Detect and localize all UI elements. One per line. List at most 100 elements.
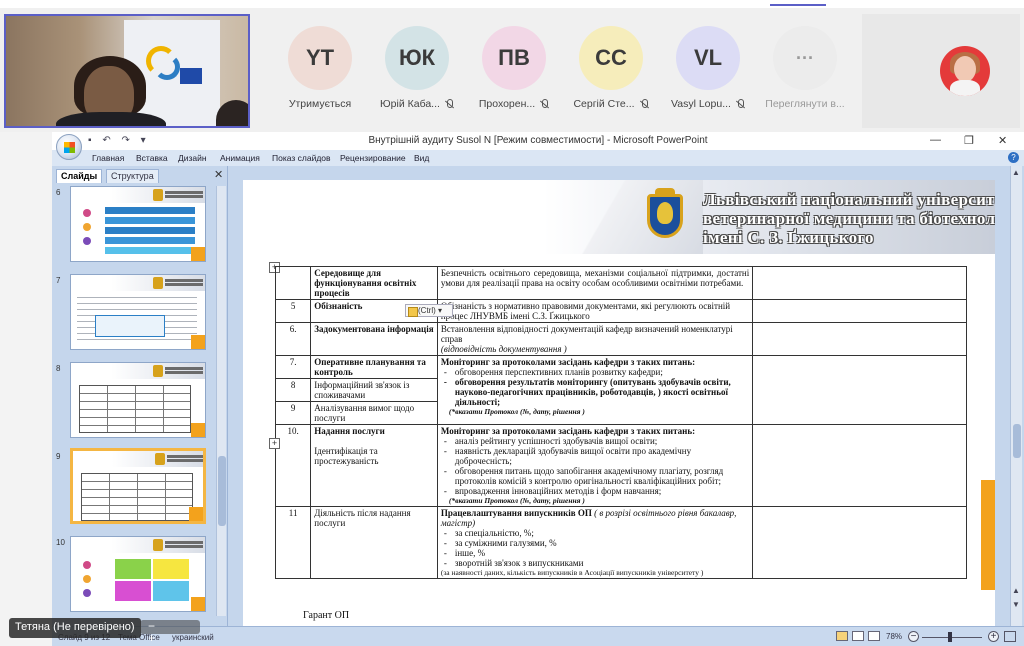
table-row: 7. Оперативне планування та контроль Мон… <box>274 355 967 425</box>
tab-design[interactable]: Дизайн <box>178 153 207 163</box>
office-button[interactable] <box>56 134 82 160</box>
participant-tile[interactable]: VL Vasyl Lopu... <box>660 22 756 122</box>
next-slide-icon[interactable]: ▼ <box>1012 600 1020 609</box>
thumb-title-lines <box>165 367 203 370</box>
participant-tile[interactable]: YT Утримується <box>272 22 368 122</box>
ribbon-tabs: Главная Вставка Дизайн Анимация Показ сл… <box>52 150 1024 166</box>
table-row: 10. Надання послуги Ідентифікація та про… <box>274 424 967 507</box>
thumb-accent <box>191 247 205 261</box>
result-cell[interactable] <box>752 266 967 300</box>
tab-slides[interactable]: Слайды <box>56 169 103 183</box>
criterion-description[interactable]: Встановлення відповідності документацій … <box>436 322 754 356</box>
normal-view-icon[interactable] <box>836 631 848 641</box>
thumb-header <box>71 537 205 553</box>
table-row-insert-handle[interactable]: + <box>269 438 280 449</box>
close-button[interactable]: ✕ <box>998 134 1007 147</box>
result-cell[interactable] <box>752 299 967 323</box>
result-cell[interactable] <box>752 355 967 425</box>
quick-access-toolbar[interactable]: ▪ ↶ ↷ ▾ <box>88 135 150 146</box>
participant-name-text: Сергій Сте... <box>573 98 635 110</box>
active-tab-indicator <box>770 4 826 6</box>
list-item: за спеціальністю, %; <box>441 528 749 538</box>
editor-scrollbar[interactable]: ▲ ▲ ▼ <box>1010 166 1022 626</box>
tab-animation[interactable]: Анимация <box>220 153 260 163</box>
zoom-slider[interactable] <box>922 637 982 638</box>
title-bar: Внутрішній аудиту Susol N [Режим совмест… <box>52 132 1024 150</box>
tab-home[interactable]: Главная <box>92 153 124 163</box>
presenter-controls[interactable]: −+ <box>140 620 200 644</box>
criterion-name[interactable]: Діяльність після надання послуги <box>310 506 438 579</box>
result-cell[interactable] <box>752 506 967 579</box>
criterion-description[interactable]: Моніторинг за протоколами засідань кафед… <box>436 355 754 425</box>
slide-thumbnail-selected[interactable] <box>70 448 206 524</box>
participant-avatar: СС <box>579 26 643 90</box>
participant-tile[interactable]: ЮК Юрій Каба... <box>369 22 465 122</box>
list-item: аналіз рейтингу успішності здобувачів ви… <box>441 436 749 446</box>
slide-thumbnail[interactable] <box>70 536 206 612</box>
tab-slideshow[interactable]: Показ слайдов <box>272 153 331 163</box>
audit-table[interactable]: Середовище для функціонування освітніх п… <box>274 266 967 579</box>
participant-tile[interactable]: СС Сергій Сте... <box>563 22 659 122</box>
criterion-description[interactable]: Моніторинг за протоколами засідань кафед… <box>436 424 754 507</box>
fit-to-window-icon[interactable] <box>1004 631 1016 642</box>
scroll-up-icon[interactable]: ▲ <box>1012 168 1020 177</box>
close-icon[interactable]: ✕ <box>214 168 223 181</box>
zoom-out-button[interactable]: − <box>908 631 919 642</box>
thumb-title-lines <box>165 191 203 194</box>
participant-tile[interactable]: ПВ Прохорен... <box>466 22 562 122</box>
result-cell[interactable] <box>752 424 967 507</box>
slide-thumbnail[interactable] <box>70 362 206 438</box>
thumb-header <box>71 363 205 379</box>
view-all-participants-button[interactable]: ··· Переглянути в... <box>757 22 853 122</box>
panel-scroll-thumb[interactable] <box>218 456 226 526</box>
editor-scroll-thumb[interactable] <box>1013 424 1021 458</box>
graduates-note: (за наявності даних, кількість випускник… <box>440 568 704 577</box>
criterion-description[interactable]: Обізнаність з нормативно правовими докум… <box>436 299 754 323</box>
tab-insert[interactable]: Вставка <box>136 153 168 163</box>
thumb-title-lines <box>165 279 203 282</box>
slide-thumbnail[interactable] <box>70 274 206 350</box>
zoom-in-button[interactable]: + <box>988 631 999 642</box>
minimize-button[interactable]: — <box>930 134 941 146</box>
row-number: 7. <box>274 355 312 379</box>
criterion-name[interactable]: Інформаційний зв'язок із споживачами <box>310 378 438 402</box>
zoom-slider-handle[interactable] <box>948 632 952 642</box>
university-name-line: Львівський національний університет <box>703 190 995 209</box>
tab-outline[interactable]: Структура <box>106 169 159 183</box>
criterion-name[interactable]: Аналізування вимог щодо послуги <box>310 401 438 425</box>
thumb-header <box>73 451 203 467</box>
meeting-participant-strip: YT Утримується ЮК Юрій Каба... ПВ Прохор… <box>0 0 1024 132</box>
active-speaker-video[interactable] <box>4 14 250 128</box>
participant-name: Переглянути в... <box>757 98 853 110</box>
slideshow-view-icon[interactable] <box>868 631 880 641</box>
participant-name: Сергій Сте... <box>563 98 659 110</box>
mic-off-icon <box>539 99 549 109</box>
criterion-name[interactable]: Задокументована інформація <box>310 322 438 356</box>
current-slide[interactable]: Львівський національний університет вете… <box>243 180 995 626</box>
criterion-description[interactable]: Безпечність освітнього середовища, механ… <box>436 266 754 300</box>
criterion-name[interactable]: Надання послуги Ідентифікація та простеж… <box>310 424 438 507</box>
zoom-level[interactable]: 78% <box>886 632 902 641</box>
slide-accent-strip <box>981 480 995 590</box>
paste-options-button[interactable]: (Ctrl) ▾ <box>405 304 453 317</box>
help-icon[interactable]: ? <box>1008 152 1019 163</box>
panel-scrollbar[interactable] <box>216 186 226 616</box>
participant-avatar: ЮК <box>385 26 449 90</box>
prev-slide-icon[interactable]: ▲ <box>1012 586 1020 595</box>
participant-name-text: Утримується <box>288 98 352 110</box>
list-item: обговорення перспективних планів розвитк… <box>441 367 749 377</box>
result-cell[interactable] <box>752 322 967 356</box>
slide-thumbnail[interactable] <box>70 186 206 262</box>
tab-view[interactable]: Вид <box>414 153 429 163</box>
tab-review[interactable]: Рецензирование <box>340 153 406 163</box>
criterion-name-text: Надання послуги <box>314 426 385 436</box>
restore-button[interactable]: ❐ <box>964 134 974 147</box>
self-avatar[interactable] <box>940 46 990 96</box>
criterion-name[interactable]: Середовище для функціонування освітніх п… <box>310 266 438 300</box>
thumb-crest <box>155 453 165 465</box>
slide-sorter-icon[interactable] <box>852 631 864 641</box>
criterion-name[interactable]: Оперативне планування та контроль <box>310 355 438 379</box>
participant-name: Прохорен... <box>466 98 562 110</box>
list-item: за суміжними галузями, % <box>441 538 749 548</box>
criterion-description[interactable]: Працевлаштування випускників ОП ( в розр… <box>436 506 754 579</box>
